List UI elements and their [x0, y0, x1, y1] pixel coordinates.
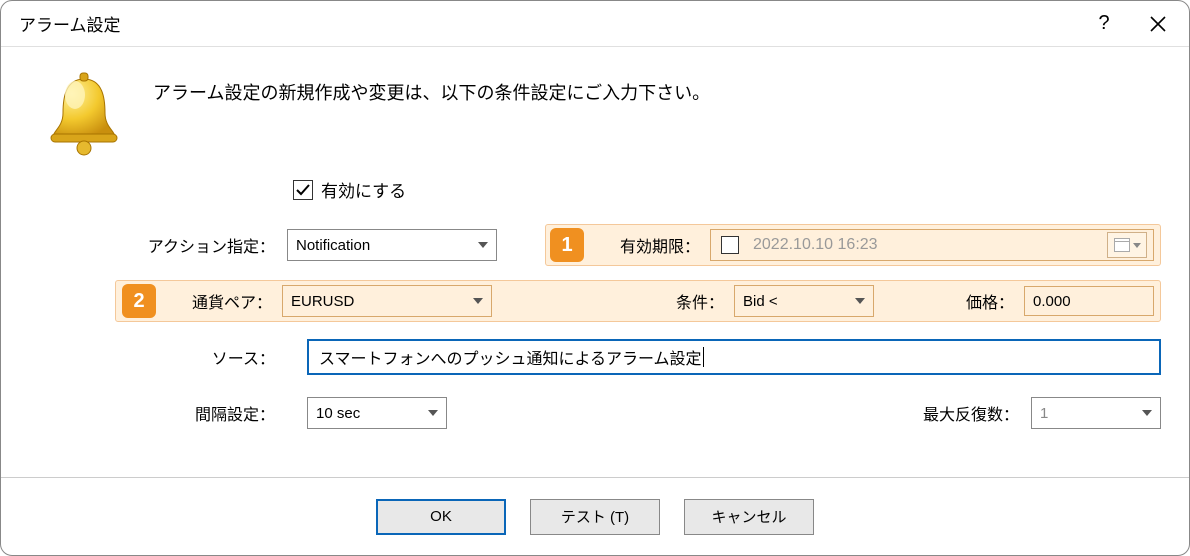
condition-label: 条件： — [664, 289, 724, 313]
expiry-value: 2022.10.10 16:23 — [753, 236, 1093, 254]
calendar-icon — [1114, 238, 1130, 252]
chevron-down-icon — [855, 298, 865, 304]
close-icon — [1149, 15, 1167, 33]
chevron-down-icon — [1142, 410, 1152, 416]
source-input[interactable]: スマートフォンへのプッシュ通知によるアラーム設定 — [307, 339, 1161, 375]
close-button[interactable] — [1131, 1, 1185, 47]
text-caret — [703, 347, 704, 367]
question-icon: ? — [1098, 12, 1109, 35]
window-title: アラーム設定 — [19, 11, 1077, 36]
chevron-down-icon — [428, 410, 438, 416]
enable-label: 有効にする — [321, 177, 406, 202]
action-select[interactable]: Notification — [287, 229, 497, 261]
action-value: Notification — [296, 237, 370, 254]
test-button[interactable]: テスト (T) — [530, 499, 660, 535]
maxreps-value: 1 — [1040, 405, 1048, 422]
maxreps-select[interactable]: 1 — [1031, 397, 1161, 429]
alarm-settings-dialog: アラーム設定 ? — [0, 0, 1190, 556]
help-button[interactable]: ? — [1077, 1, 1131, 47]
badge-2: 2 — [122, 284, 156, 318]
ok-button[interactable]: OK — [376, 499, 506, 535]
action-label: アクション指定： — [115, 233, 275, 257]
interval-value: 10 sec — [316, 405, 360, 422]
pair-value: EURUSD — [291, 293, 354, 310]
chevron-down-icon — [473, 298, 483, 304]
calendar-button[interactable] — [1107, 232, 1147, 258]
chevron-down-icon — [1133, 243, 1141, 248]
intro-text: アラーム設定の新規作成や変更は、以下の条件設定にご入力下さい。 — [153, 79, 710, 105]
bell-icon — [39, 71, 129, 159]
ok-label: OK — [430, 508, 452, 525]
source-value: スマートフォンへのプッシュ通知によるアラーム設定 — [319, 345, 702, 369]
interval-select[interactable]: 10 sec — [307, 397, 447, 429]
condition-value: Bid < — [743, 293, 778, 310]
cancel-label: キャンセル — [711, 506, 786, 527]
expiry-label: 有効期限： — [600, 233, 700, 257]
price-label: 価格： — [954, 289, 1014, 313]
chevron-down-icon — [478, 242, 488, 248]
source-label: ソース： — [115, 345, 275, 369]
maxreps-label: 最大反復数： — [899, 401, 1019, 425]
cancel-button[interactable]: キャンセル — [684, 499, 814, 535]
expiry-field[interactable]: 2022.10.10 16:23 — [710, 229, 1154, 261]
pair-label: 通貨ペア： — [172, 289, 272, 313]
dialog-content: アラーム設定の新規作成や変更は、以下の条件設定にご入力下さい。 有効にする アク… — [1, 47, 1189, 477]
pair-select[interactable]: EURUSD — [282, 285, 492, 317]
check-icon — [295, 182, 311, 198]
test-label: テスト (T) — [561, 506, 629, 527]
badge-1: 1 — [550, 228, 584, 262]
price-input[interactable]: 0.000 — [1024, 286, 1154, 316]
enable-checkbox[interactable] — [293, 180, 313, 200]
titlebar: アラーム設定 ? — [1, 1, 1189, 47]
price-value: 0.000 — [1033, 293, 1071, 310]
condition-select[interactable]: Bid < — [734, 285, 874, 317]
expiry-checkbox[interactable] — [721, 236, 739, 254]
dialog-footer: OK テスト (T) キャンセル — [1, 477, 1189, 555]
interval-label: 間隔設定： — [115, 401, 275, 425]
